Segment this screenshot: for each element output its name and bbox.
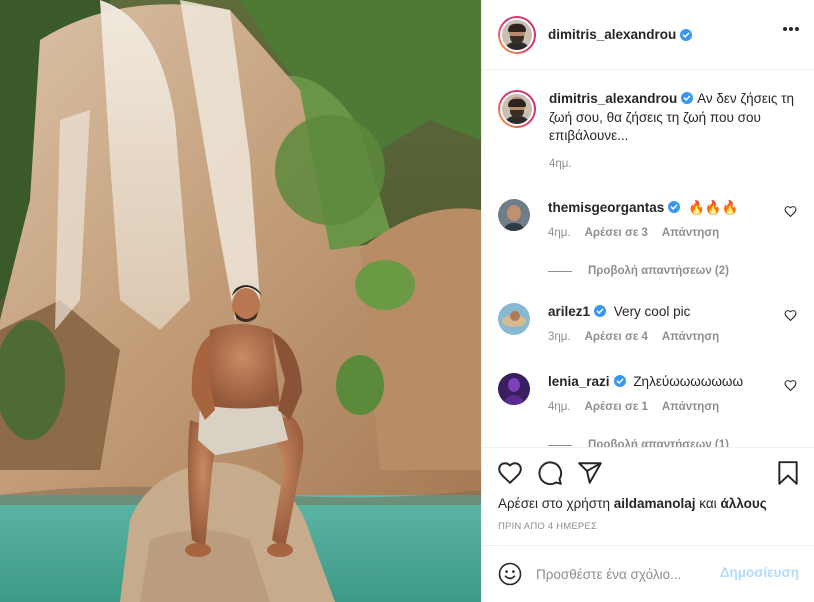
share-paper-plane-icon[interactable] [577,460,603,486]
comment-text: 🔥🔥🔥 [688,200,739,215]
like-comment-heart-icon[interactable] [784,205,797,218]
comment-text: Ζηλεύωωωωωωω [633,374,743,389]
view-replies-button[interactable]: Προβολή απαντήσεων (2) [548,265,729,277]
post-date[interactable]: ΠΡΙΝ ΑΠΟ 4 ΗΜΕΡΕΣ [498,521,597,532]
verified-badge-icon [681,92,694,104]
liked-by-others-link[interactable]: άλλους [720,496,766,511]
waterfall-photo-image [0,0,481,602]
view-replies-button[interactable]: Προβολή απαντήσεων (1) [548,439,729,447]
post-comment-button[interactable]: Δημοσίευση [720,565,799,580]
like-heart-icon[interactable] [497,460,523,486]
like-comment-heart-icon[interactable] [784,309,797,322]
liked-by-conj: και [699,496,717,511]
like-comment-heart-icon[interactable] [784,379,797,392]
post-side-panel: dimitris_alexandrou dimitris_alexandrou … [481,0,814,602]
comment-bubble-icon[interactable] [537,460,563,486]
commenter-avatar[interactable] [498,373,530,405]
emoji-icon[interactable] [498,562,522,586]
verified-badge-icon [594,305,607,317]
comments-list[interactable]: dimitris_alexandrou Αν δεν ζήσεις τη ζωή… [482,71,814,447]
caption-author-avatar[interactable] [498,90,536,128]
commenter-username[interactable]: arilez1 [548,304,590,319]
caption-username[interactable]: dimitris_alexandrou [549,91,677,106]
reply-button[interactable]: Απάντηση [662,224,719,242]
reply-button[interactable]: Απάντηση [662,328,719,346]
comment-time[interactable]: 3ημ. [548,328,571,346]
comment-time[interactable]: 4ημ. [548,224,571,242]
more-options-icon[interactable] [783,27,799,31]
liked-by-prefix: Αρέσει στο χρήστη [498,496,610,511]
liked-by-user[interactable]: aildamanolaj [614,496,696,511]
comment-item: arilez1 Very cool pic 3ημ. Αρέσει σε 4 Α… [498,303,803,346]
comment-item: themisgeorgantas 🔥🔥🔥 4ημ. Αρέσει σε 3 Απ… [498,199,803,242]
commenter-username[interactable]: lenia_razi [548,374,610,389]
caption-time[interactable]: 4ημ. [549,155,799,174]
post-caption: dimitris_alexandrou Αν δεν ζήσεις τη ζωή… [498,90,803,173]
add-comment-bar: Δημοσίευση [482,545,814,602]
post-header: dimitris_alexandrou [482,0,814,70]
author-username[interactable]: dimitris_alexandrou [548,27,676,42]
commenter-avatar[interactable] [498,199,530,231]
comment-text: Very cool pic [613,304,691,319]
commenter-avatar[interactable] [498,303,530,335]
reply-button[interactable]: Απάντηση [662,398,719,416]
author-avatar[interactable] [498,15,536,54]
comment-time[interactable]: 4ημ. [548,398,571,416]
comment-input[interactable] [536,566,716,582]
save-bookmark-icon[interactable] [775,460,801,486]
post-photo[interactable] [0,0,481,602]
comment-item: lenia_razi Ζηλεύωωωωωωω 4ημ. Αρέσει σε 1… [498,373,803,416]
comment-likes[interactable]: Αρέσει σε 3 [585,224,648,242]
verified-badge-icon [680,28,693,41]
verified-badge-icon [668,201,681,213]
comment-likes[interactable]: Αρέσει σε 4 [585,328,648,346]
instagram-post-modal: dimitris_alexandrou dimitris_alexandrou … [0,0,814,602]
verified-badge-icon [613,375,626,387]
post-actions: Αρέσει στο χρήστη aildamanolaj και άλλου… [482,447,814,545]
commenter-username[interactable]: themisgeorgantas [548,200,664,215]
comment-likes[interactable]: Αρέσει σε 1 [585,398,648,416]
liked-by: Αρέσει στο χρήστη aildamanolaj και άλλου… [498,496,767,511]
